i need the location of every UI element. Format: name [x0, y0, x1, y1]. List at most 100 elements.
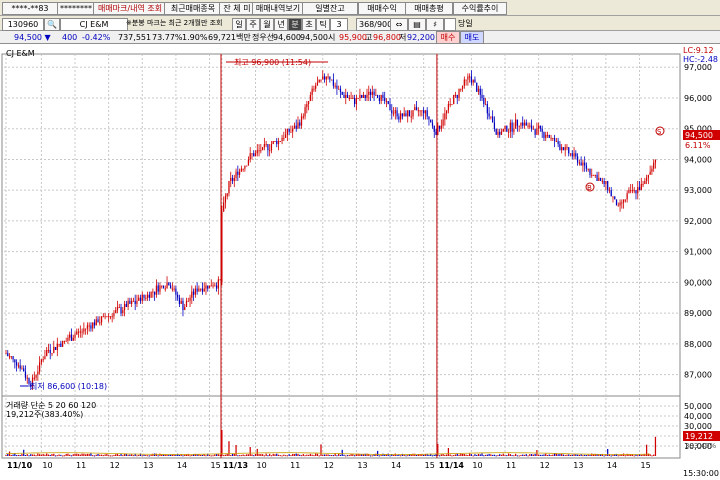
open-label: 시 [328, 33, 336, 42]
volume-bar [341, 449, 343, 456]
volume-bar [97, 453, 99, 456]
trade-history-button[interactable]: 매매내역보기 [252, 2, 304, 15]
volume-bar [251, 454, 253, 456]
time-tick-label: 11 [506, 461, 516, 470]
buy-button[interactable]: 매수 [436, 31, 460, 44]
volume-bar [51, 454, 53, 456]
candle-body [384, 97, 386, 102]
candle-body [541, 128, 543, 132]
candle-body [424, 110, 427, 114]
compare-icon[interactable]: ▤ [408, 18, 426, 31]
candle-body [155, 285, 158, 295]
trade-mark-button[interactable]: 매매마크/내역 조회 [93, 2, 167, 15]
volume-bar [143, 454, 145, 456]
volume-bar [19, 454, 21, 456]
candle-body [518, 125, 520, 127]
interval-select[interactable]: 3 [330, 18, 348, 31]
candle-body [26, 377, 28, 379]
sell-button[interactable]: 매도 [460, 31, 484, 44]
candle-body [408, 110, 411, 117]
volume-bar [223, 455, 225, 457]
candle-body [548, 134, 550, 138]
volume-bar [95, 454, 97, 456]
candle [274, 141, 276, 142]
candle-body [10, 356, 12, 358]
candle-body [208, 285, 211, 289]
volume-bar [456, 453, 458, 456]
candle-body [543, 131, 545, 138]
volume-bar [550, 454, 552, 456]
volume-bar [49, 454, 51, 456]
candle-body [536, 128, 538, 135]
candle [377, 94, 379, 98]
candle [476, 82, 478, 92]
volume-bar [208, 455, 211, 457]
search-icon[interactable]: 🔍 [44, 18, 60, 31]
price-chart[interactable]: 97,00096,00095,00094,00093,00092,00091,0… [0, 44, 720, 480]
trade-profit-button[interactable]: 매매수익 [358, 2, 406, 15]
candle-body [157, 285, 159, 292]
candle-body [19, 365, 21, 369]
period-tab[interactable]: 일 [232, 18, 246, 31]
daily-balance-button[interactable]: 일별잔고 [302, 2, 358, 15]
candle [330, 79, 333, 81]
time-tick-label: 11 [290, 461, 300, 470]
period-tab[interactable]: 년 [274, 18, 288, 31]
candle-body [299, 122, 301, 126]
volume-bar [14, 453, 16, 456]
volume-bar [74, 453, 76, 456]
volume-bar [260, 454, 262, 456]
candle-body [534, 128, 536, 135]
chart-tool-icon[interactable]: ⇔ [390, 18, 408, 31]
password-input[interactable]: ******** [57, 2, 95, 15]
period-tab[interactable]: 틱 [316, 18, 330, 31]
volume-bar [131, 454, 133, 456]
volume-bar [108, 455, 110, 457]
candle-body [100, 316, 103, 323]
period-tab[interactable]: 초 [302, 18, 316, 31]
code-input[interactable]: 130960 [2, 18, 44, 31]
balance-button[interactable]: 잔 체 미 [219, 2, 255, 15]
recent-items-button[interactable]: 최근매매종목 [164, 2, 222, 15]
indicator-icon[interactable]: ♯ [426, 18, 444, 31]
volume-bar [642, 454, 644, 456]
trade-total-button[interactable]: 매매총평 [405, 2, 453, 15]
period-tab[interactable]: 월 [260, 18, 274, 31]
candle-body [281, 137, 283, 141]
profit-trend-button[interactable]: 수익률추이 [453, 2, 507, 15]
volume-bar [231, 453, 234, 456]
volume-bar [77, 454, 80, 456]
candle-body [380, 94, 382, 102]
volume-bar [201, 454, 204, 456]
volume-bar [454, 454, 457, 456]
volume-bar [389, 455, 391, 457]
candle-body [267, 144, 269, 151]
candle-body [95, 319, 97, 326]
volume-bar [62, 455, 64, 457]
volume-bar [253, 455, 255, 457]
volume-bar [529, 454, 531, 456]
same-day-checkbox[interactable] [444, 18, 456, 31]
volume-bar [214, 454, 216, 456]
open-price: 95,900 [339, 33, 367, 42]
period-tab[interactable]: 분 [288, 18, 302, 31]
account-select[interactable]: ****-**83 [2, 2, 58, 15]
candle [208, 285, 211, 289]
candle-body [17, 365, 20, 367]
volume-bar [189, 455, 191, 457]
volume-bar [538, 454, 540, 456]
volume-bar [281, 455, 283, 457]
volume-bar [361, 454, 363, 456]
candle-body [228, 180, 230, 194]
candle-body [346, 94, 349, 98]
same-day-label: 당일 [458, 19, 473, 28]
period-tab[interactable]: 주 [246, 18, 260, 31]
candle-body [159, 285, 161, 292]
price-tick-label: 97,000 [684, 63, 712, 72]
candle-body [465, 79, 467, 81]
volume-bar [44, 454, 46, 456]
candle-body [215, 285, 218, 289]
candle-body [515, 119, 517, 129]
candle-body [490, 116, 492, 118]
candle-body [647, 174, 649, 178]
